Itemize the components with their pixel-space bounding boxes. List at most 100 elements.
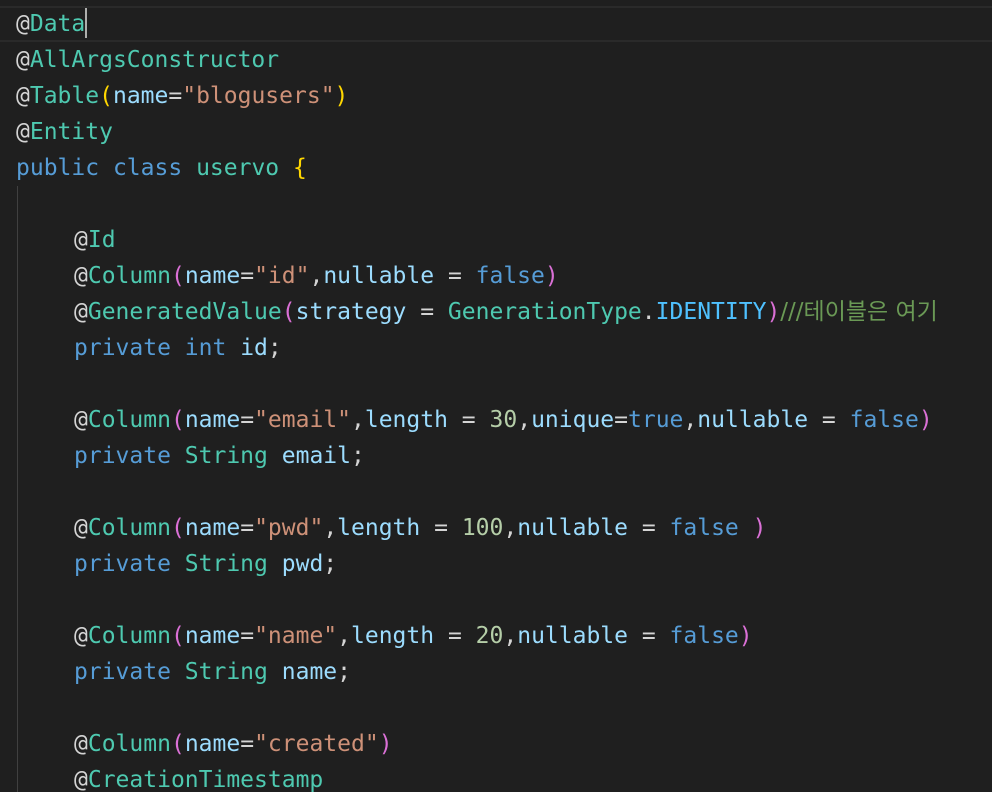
code-token: name <box>184 623 241 649</box>
code-token: Data <box>29 11 86 37</box>
code-token: Column <box>87 263 171 289</box>
code-line[interactable] <box>16 186 992 222</box>
code-line[interactable]: private String pwd; <box>16 546 992 582</box>
code-lines: @Data @AllArgsConstructor @Table(name="blo… <box>16 6 992 792</box>
code-token: name <box>184 515 241 541</box>
code-token: ) <box>752 515 767 541</box>
code-token: ( <box>170 731 185 757</box>
code-token: ; <box>337 659 351 685</box>
code-token: "created" <box>254 731 379 757</box>
code-token: = <box>406 299 448 325</box>
code-line[interactable]: @Table(name="blogusers") <box>16 78 992 114</box>
code-token: ) <box>766 299 781 325</box>
code-token: strategy <box>295 299 407 325</box>
code-token: "blogusers" <box>182 83 335 109</box>
code-token: = <box>420 515 462 541</box>
code-token: Column <box>87 407 171 433</box>
code-token: = <box>168 83 183 109</box>
code-token: GeneratedValue <box>87 299 282 325</box>
code-line[interactable] <box>16 582 992 618</box>
code-token: Column <box>87 623 171 649</box>
code-token: ; <box>267 335 282 361</box>
code-token: name <box>184 407 241 433</box>
code-line[interactable]: @GeneratedValue(strategy = GenerationTyp… <box>16 294 992 330</box>
code-line[interactable] <box>16 366 992 402</box>
code-token: ) <box>918 407 933 433</box>
code-token: , <box>309 263 324 289</box>
code-editor[interactable]: @Data @AllArgsConstructor @Table(name="blo… <box>0 0 992 792</box>
code-line[interactable] <box>16 474 992 510</box>
code-line[interactable]: @Column(name="created") <box>16 726 992 762</box>
code-line[interactable] <box>16 690 992 726</box>
code-token: = <box>808 407 850 433</box>
code-token: nullable <box>517 623 628 649</box>
code-token: GenerationType <box>447 299 642 325</box>
code-token: length <box>337 515 421 541</box>
code-line[interactable]: @Data <box>16 6 992 42</box>
code-token: public <box>16 155 100 181</box>
code-token: = <box>434 263 476 289</box>
code-token: = <box>628 623 670 649</box>
code-token: = <box>240 623 255 649</box>
code-token: name <box>281 659 338 685</box>
code-token: AllArgsConstructor <box>29 47 280 73</box>
code-line[interactable]: private String email; <box>16 438 992 474</box>
code-token: = <box>434 623 476 649</box>
code-token: false <box>669 623 739 649</box>
code-line[interactable]: public class uservo { <box>16 150 992 186</box>
code-line[interactable]: @Column(name="name",length = 20,nullable… <box>16 618 992 654</box>
code-token: uservo <box>196 155 280 181</box>
code-token: nullable <box>323 263 435 289</box>
code-token: ( <box>170 407 185 433</box>
code-token: ( <box>170 623 185 649</box>
code-token: length <box>351 623 435 649</box>
code-token: ) <box>738 623 753 649</box>
code-token: @ <box>74 623 88 649</box>
code-token: @ <box>74 299 88 325</box>
code-token: int <box>184 335 227 361</box>
code-token: Column <box>87 515 171 541</box>
code-line[interactable]: @Id <box>16 222 992 258</box>
code-token: ) <box>544 263 559 289</box>
code-token: ; <box>351 443 365 469</box>
code-line[interactable]: private int id; <box>16 330 992 366</box>
code-token: @ <box>16 11 30 37</box>
code-token: email <box>281 443 351 469</box>
code-token: ( <box>281 299 296 325</box>
code-token: String <box>184 659 268 685</box>
code-token: "id" <box>254 263 310 289</box>
code-token: nullable <box>517 515 628 541</box>
code-line[interactable]: @Column(name="id",nullable = false) <box>16 258 992 294</box>
code-token: name <box>184 263 241 289</box>
code-line[interactable]: private String name; <box>16 654 992 690</box>
code-token: ( <box>170 263 185 289</box>
code-token: private <box>74 443 171 469</box>
code-token: , <box>683 407 698 433</box>
code-token: unique <box>531 407 615 433</box>
code-token: @ <box>74 731 88 757</box>
code-line[interactable]: @AllArgsConstructor <box>16 42 992 78</box>
code-token: IDENTITY <box>655 299 767 325</box>
code-line[interactable]: @Column(name="email",length = 30,unique=… <box>16 402 992 438</box>
code-token: = <box>614 407 629 433</box>
code-line[interactable]: @CreationTimestamp <box>16 762 992 792</box>
code-token: . <box>641 299 656 325</box>
code-token: private <box>74 335 171 361</box>
code-line[interactable]: @Entity <box>16 114 992 150</box>
code-token: = <box>447 407 490 433</box>
code-token: Entity <box>29 119 113 145</box>
code-line[interactable]: @Column(name="pwd",length = 100,nullable… <box>16 510 992 546</box>
code-token: private <box>74 551 171 577</box>
code-token: = <box>240 407 255 433</box>
code-token: = <box>240 515 255 541</box>
code-token: @ <box>16 119 30 145</box>
code-token: 30 <box>489 407 518 433</box>
